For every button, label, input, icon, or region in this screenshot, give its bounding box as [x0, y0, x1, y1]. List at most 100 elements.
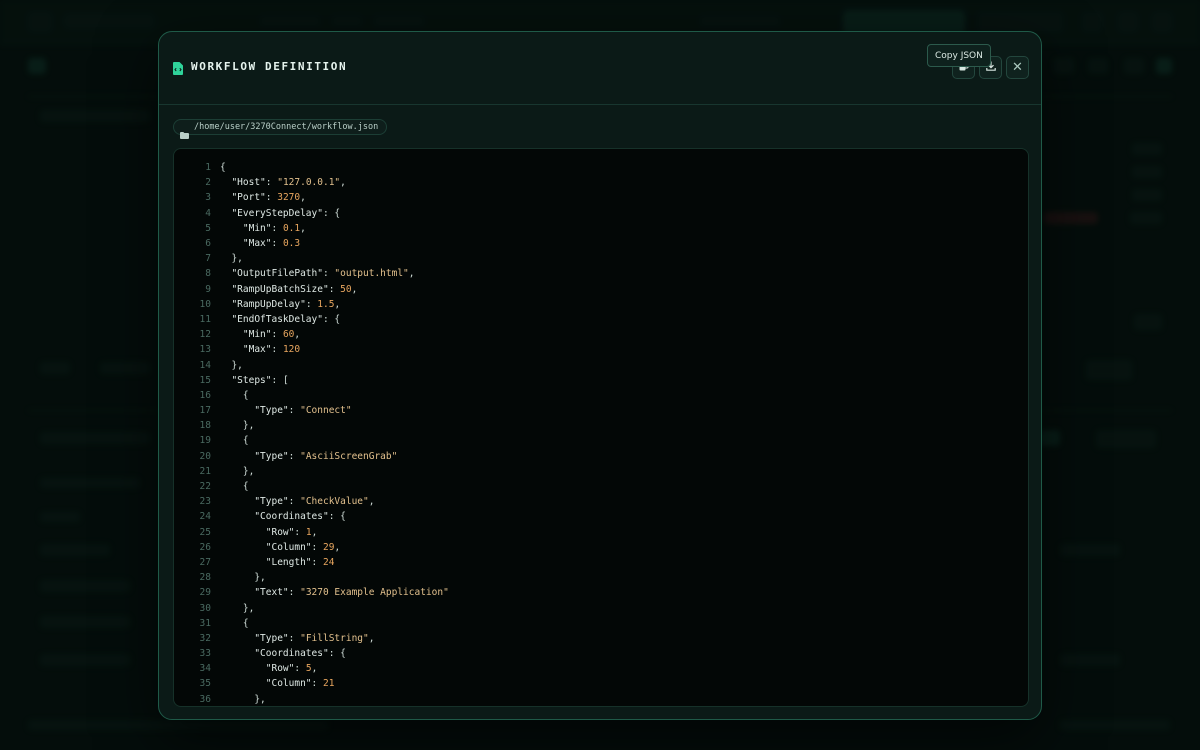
code-text: "OutputFilePath": "output.html",: [211, 268, 414, 280]
code-line: 17 "Type": "Connect": [174, 403, 1028, 418]
code-text: },: [211, 253, 243, 265]
code-token: "Coordinates": [254, 648, 329, 660]
code-text: "Text": "3270 Example Application": [211, 587, 449, 598]
code-line: 32 "Type": "FillString",: [174, 631, 1028, 646]
code-text: "EndOfTaskDelay": {: [211, 314, 340, 325]
code-text: "Column": 29,: [211, 542, 340, 553]
code-line: 23 "Type": "CheckValue",: [174, 494, 1028, 509]
code-token: "Coordinates": [254, 511, 329, 523]
line-number: 19: [199, 435, 211, 447]
code-text: "Type": "Connect": [211, 405, 351, 417]
code-line: 14 },: [174, 357, 1028, 372]
code-token: },: [231, 253, 243, 265]
code-text: "RampUpDelay": 1.5,: [211, 299, 340, 310]
code-token: },: [242, 465, 255, 477]
code-line: 20 "Type": "AsciiScreenGrab": [174, 449, 1028, 464]
code-text: "Column": 21: [211, 678, 335, 690]
code-token: :: [288, 632, 301, 644]
line-number: 1: [205, 162, 211, 174]
code-token: ,: [311, 663, 318, 675]
code-line: 13 "Max": 120: [174, 342, 1028, 357]
code-token: :: [311, 541, 323, 553]
code-token: :: [328, 283, 341, 295]
code-token: :: [288, 450, 301, 462]
line-number: 8: [205, 268, 211, 280]
code-text: "Length": 24: [211, 556, 335, 568]
code-token: 29: [322, 541, 335, 553]
code-line: 30 },: [174, 600, 1028, 615]
line-number: 24: [199, 511, 211, 523]
code-token: 24: [322, 556, 335, 568]
line-number: 25: [199, 526, 211, 538]
code-line: 18 },: [174, 418, 1028, 433]
code-token: "RampUpDelay": [231, 298, 306, 310]
line-number: 3: [205, 192, 211, 204]
code-text: {: [211, 481, 249, 492]
code-token: :: [271, 329, 283, 341]
code-token: {: [242, 481, 249, 493]
code-line: 1{: [174, 160, 1028, 175]
code-token: ,: [300, 192, 306, 204]
code-text: {: [211, 162, 226, 173]
code-text: "Row": 1,: [211, 527, 318, 538]
line-number: 27: [199, 556, 211, 568]
modal-header: WORKFLOW DEFINITION Copy JSON ✕: [159, 32, 1041, 105]
code-token: "127.0.0.1": [277, 177, 341, 189]
code-token: "Column": [265, 678, 312, 690]
code-line: 33 "Coordinates": {: [174, 646, 1028, 661]
code-token: "Max": [242, 344, 272, 356]
line-number: 5: [205, 222, 211, 234]
code-text: },: [211, 360, 242, 371]
code-token: "EndOfTaskDelay": [231, 313, 323, 325]
code-line: 24 "Coordinates": {: [174, 509, 1028, 524]
code-text: "Row": 5,: [211, 663, 318, 675]
code-token: "Type": [254, 450, 289, 462]
code-token: {: [220, 162, 226, 174]
code-token: },: [254, 693, 266, 705]
code-token: ,: [368, 496, 375, 508]
line-number: 34: [199, 663, 211, 675]
copy-json-tooltip: Copy JSON: [927, 44, 991, 67]
code-line: 7 },: [174, 251, 1028, 266]
close-modal-button[interactable]: ✕: [1006, 56, 1029, 79]
line-number: 29: [199, 587, 211, 599]
code-line: 16 {: [174, 388, 1028, 403]
modal-title: WORKFLOW DEFINITION: [191, 60, 348, 73]
code-line: 34 "Row": 5,: [174, 661, 1028, 676]
code-text: "Type": "FillString",: [211, 633, 374, 644]
code-token: "Type": [254, 405, 289, 417]
code-line: 6 "Max": 0.3: [174, 236, 1028, 251]
code-text: "Type": "AsciiScreenGrab": [211, 451, 397, 462]
code-token: "Text": [254, 587, 289, 599]
code-token: :: [288, 405, 301, 417]
code-token: : [: [271, 374, 289, 386]
code-token: 0.1: [282, 222, 301, 234]
code-token: : {: [322, 207, 341, 219]
code-token: 120: [282, 344, 301, 356]
line-number: 10: [199, 298, 211, 310]
close-icon: ✕: [1012, 60, 1023, 75]
code-text: "Coordinates": {: [211, 511, 346, 522]
line-number: 36: [199, 693, 211, 705]
code-text: "Min": 60,: [211, 329, 300, 340]
modal-title-group: WORKFLOW DEFINITION: [173, 60, 348, 75]
code-token: :: [322, 268, 335, 280]
code-text: "EveryStepDelay": {: [211, 208, 340, 219]
code-token: },: [242, 420, 255, 432]
code-token: "AsciiScreenGrab": [300, 450, 398, 462]
json-code-viewer[interactable]: 1{2 "Host": "127.0.0.1", 3 "Port": 3270, 4…: [173, 148, 1029, 707]
code-line: 4 "EveryStepDelay": {: [174, 206, 1028, 221]
